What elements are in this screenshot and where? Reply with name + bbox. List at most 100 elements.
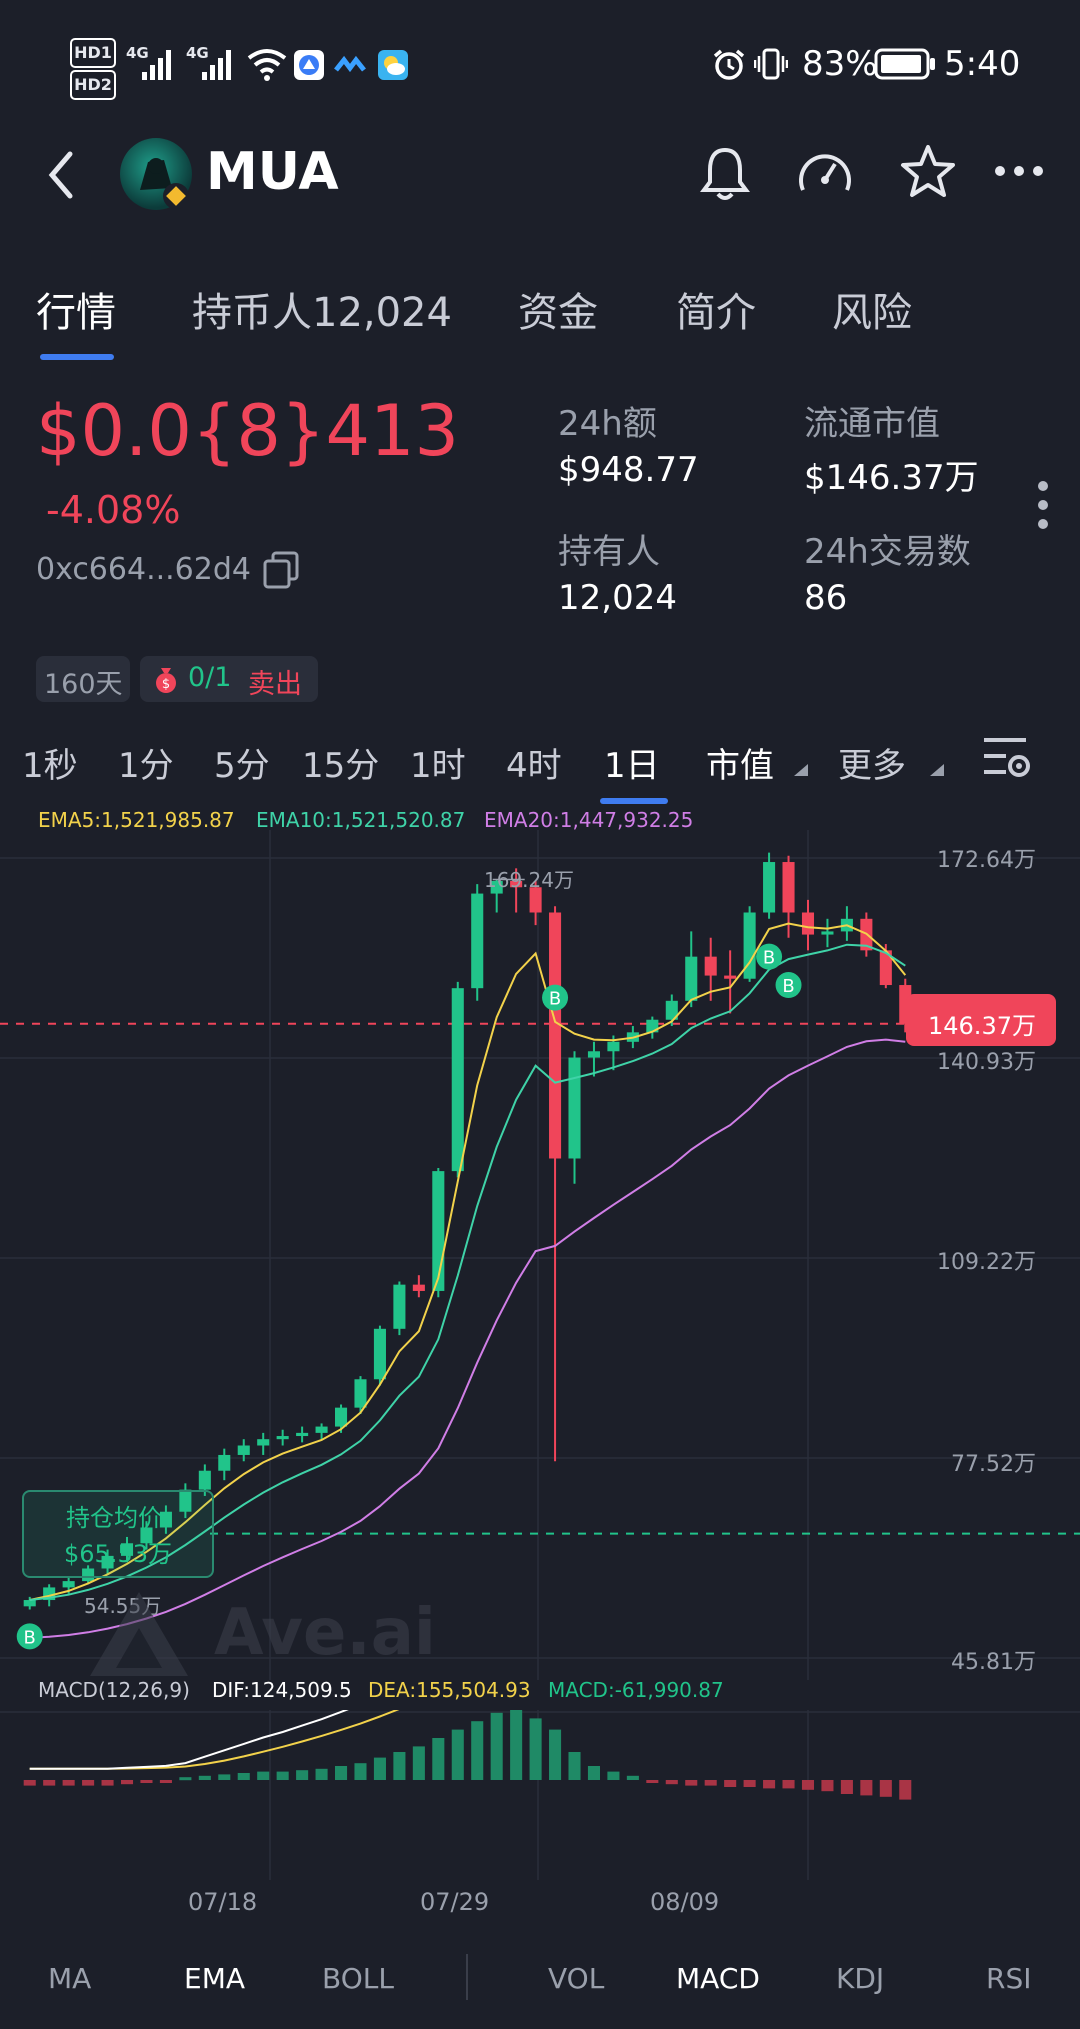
more-intervals[interactable]: 更多 [838, 738, 906, 787]
macd-bar [801, 1780, 815, 1790]
dropdown-triangle-icon-2 [930, 764, 944, 776]
tab-holders[interactable]: 持币人12,024 [192, 280, 452, 338]
macd-bar [821, 1780, 834, 1792]
tab-funds[interactable]: 资金 [518, 280, 598, 338]
macd-bar [529, 1718, 542, 1780]
candle [354, 1379, 367, 1408]
macd-dea: DEA:155,504.93 [368, 1678, 531, 1702]
candle [685, 956, 698, 1001]
dea-line [29, 1710, 400, 1770]
macd-bar [140, 1780, 153, 1783]
tx-count-value: 86 [804, 578, 848, 618]
macd-bar [860, 1780, 873, 1796]
tab-market[interactable]: 行情 [36, 280, 116, 338]
date-label: 07/29 [420, 1888, 490, 1916]
candle [568, 1057, 581, 1159]
interval-active-indicator [600, 798, 668, 804]
indicator-ema[interactable]: EMA [184, 1962, 245, 1995]
candle [373, 1328, 386, 1380]
candle [549, 912, 562, 1159]
age-chip-label: 160天 [44, 669, 123, 700]
indicator-macd[interactable]: MACD [676, 1962, 760, 1995]
star-icon[interactable] [898, 142, 958, 202]
macd-bar [62, 1780, 75, 1786]
indicator-rsi[interactable]: RSI [986, 1962, 1032, 1995]
tab-risk[interactable]: 风险 [832, 280, 912, 338]
indicator-ma[interactable]: MA [48, 1962, 91, 1995]
macd-bar [257, 1771, 270, 1780]
macd-bar [665, 1780, 678, 1785]
candle [412, 1284, 425, 1291]
back-arrow-icon[interactable] [44, 148, 78, 202]
candle [393, 1284, 406, 1329]
price-axis-label: 45.81万 [951, 1650, 1036, 1675]
contract-address: 0xc664...62d4 [36, 552, 251, 587]
age-chip: 160天 [36, 656, 130, 702]
macd-bar [587, 1766, 600, 1780]
candle [276, 1436, 289, 1440]
price-change: -4.08% [46, 488, 181, 532]
chart-settings-icon[interactable] [982, 734, 1032, 780]
macd-bar [471, 1721, 484, 1780]
dif-line [29, 1710, 349, 1770]
tab-intro[interactable]: 简介 [676, 280, 756, 338]
my-trades-chip[interactable]: $ 0/1 卖出 [140, 656, 318, 702]
avg-cost-label: 持仓均价 [66, 1504, 162, 1532]
bell-icon[interactable] [698, 144, 752, 202]
interval-5m[interactable]: 5分 [214, 738, 270, 787]
interval-1s[interactable]: 1秒 [22, 738, 78, 787]
macd-bar [879, 1780, 892, 1797]
indicator-boll[interactable]: BOLL [322, 1962, 394, 1995]
weather-icon [378, 50, 408, 80]
gauge-icon[interactable] [795, 144, 855, 202]
macd-bar [393, 1752, 406, 1780]
macd-bar [412, 1746, 425, 1780]
tab-active-indicator [40, 354, 114, 360]
token-price: $0.0{8}413 [36, 390, 460, 472]
macd-bar [335, 1766, 348, 1780]
interval-4h[interactable]: 4时 [506, 738, 562, 787]
candle [218, 1454, 231, 1471]
interval-1m[interactable]: 1分 [118, 738, 174, 787]
buy-sell-count: 0/1 [188, 662, 232, 693]
price-axis-label: 172.64万 [937, 848, 1036, 873]
ema5-legend: EMA5:1,521,985.87 [38, 808, 235, 832]
vertical-more-icon[interactable] [1036, 480, 1050, 530]
indicator-kdj[interactable]: KDJ [836, 1962, 884, 1995]
candle [315, 1426, 328, 1433]
interval-15m[interactable]: 15分 [302, 738, 379, 787]
buy-marker: B [542, 984, 569, 1011]
copy-icon[interactable] [262, 550, 302, 590]
interval-1h[interactable]: 1时 [410, 738, 466, 787]
macd-bar [490, 1712, 503, 1780]
holders-value: 12,024 [558, 578, 677, 618]
macd-bar [120, 1780, 134, 1785]
indicator-vol[interactable]: VOL [548, 1962, 604, 1995]
macd-bar [451, 1729, 464, 1780]
macd-chart[interactable] [0, 1710, 1080, 1880]
current-price-tag: 146.37万 [906, 994, 1056, 1046]
macd-bar [763, 1780, 776, 1789]
macd-dif: DIF:124,509.5 [212, 1678, 352, 1702]
macd-bar [198, 1775, 211, 1780]
macd-bar [43, 1780, 56, 1786]
candle [607, 1041, 620, 1052]
macd-bar [724, 1780, 737, 1787]
candle [23, 1600, 36, 1607]
more-options-icon[interactable] [994, 164, 1044, 178]
volume-label: 24h额 [558, 404, 657, 444]
price-axis-label: 109.22万 [937, 1250, 1036, 1275]
alarm-icon [713, 49, 745, 80]
candle [724, 975, 737, 979]
buy-marker: B [775, 972, 802, 999]
candle [335, 1407, 348, 1427]
interval-1d[interactable]: 1日 [604, 738, 660, 787]
date-label: 07/18 [188, 1888, 258, 1916]
ema10-legend: EMA10:1,521,520.87 [256, 808, 466, 832]
macd-bar [159, 1780, 172, 1783]
buy-marker-text: B [24, 1627, 36, 1648]
market-cap-toggle[interactable]: 市值 [706, 738, 774, 787]
macd-bar [626, 1775, 639, 1780]
macd-bar [218, 1774, 231, 1780]
token-avatar [120, 138, 192, 210]
